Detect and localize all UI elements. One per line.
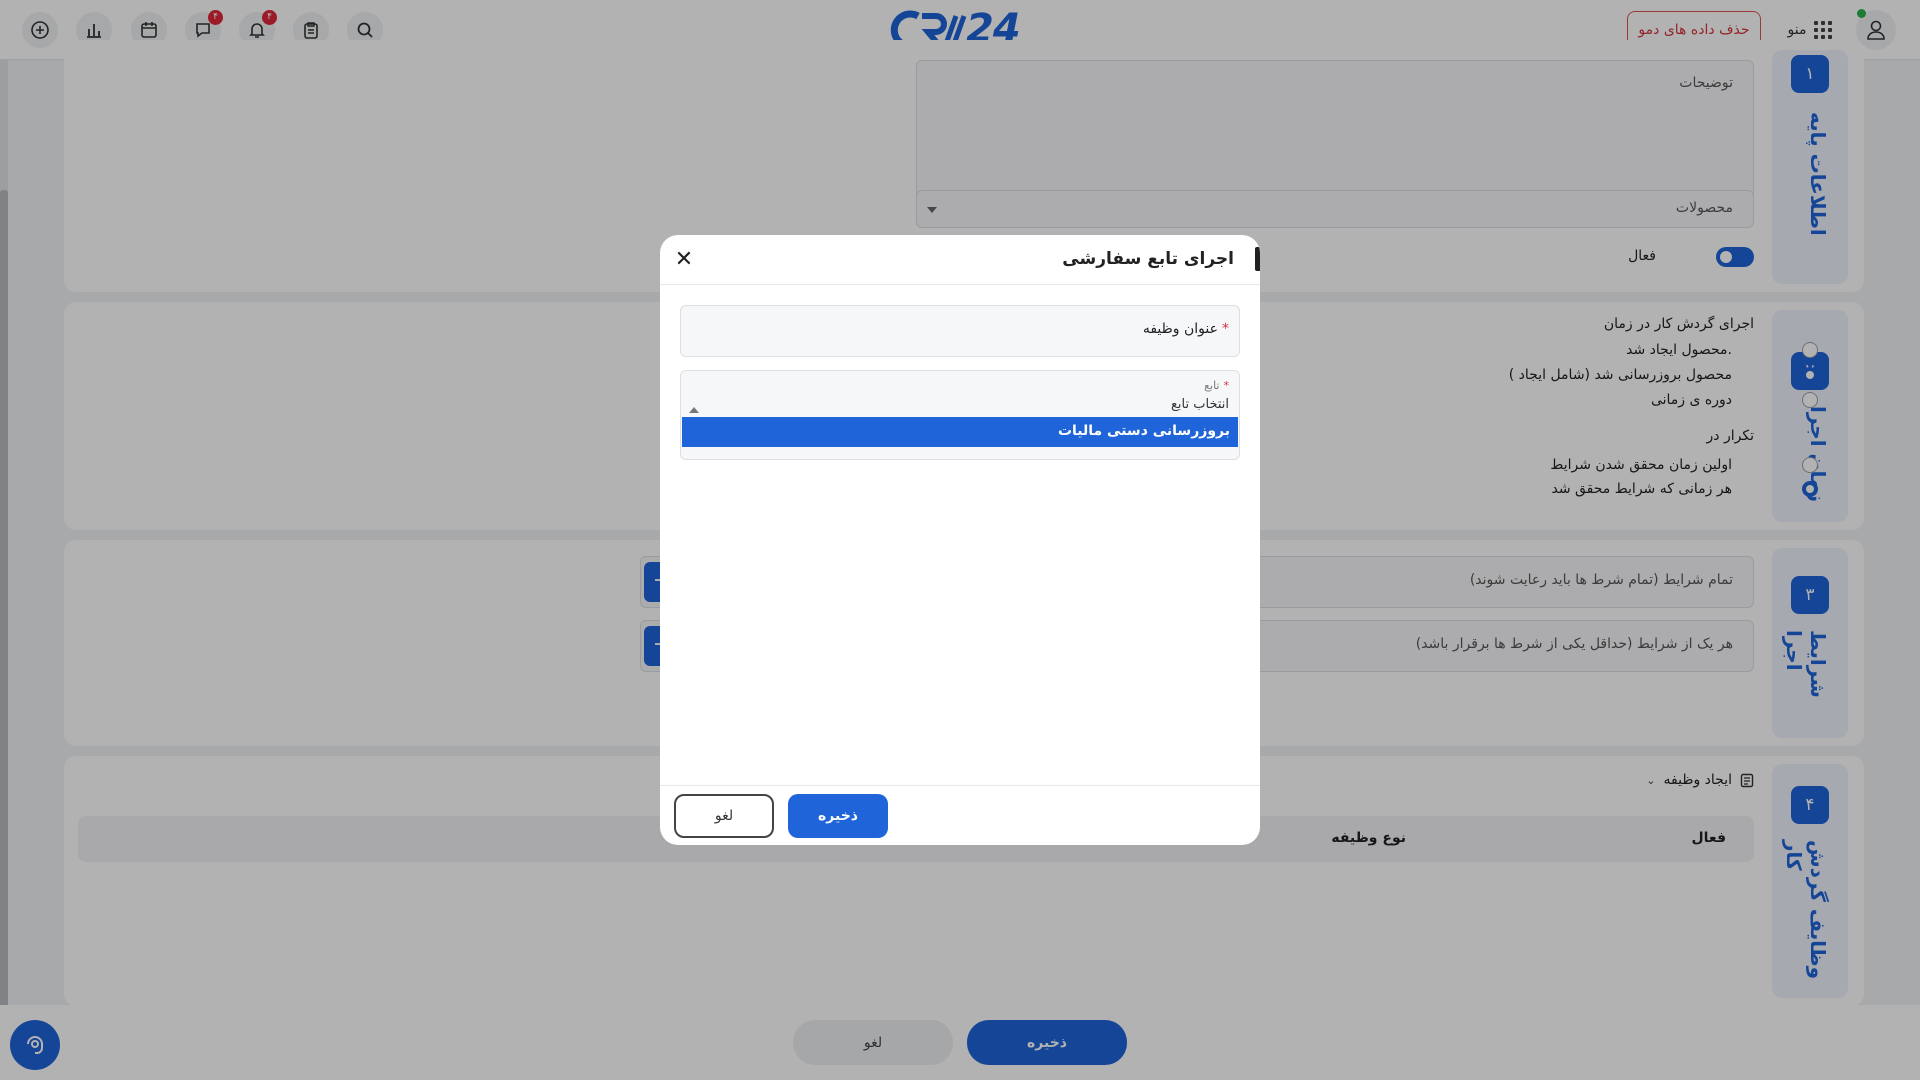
dialog-save-button[interactable]: ذخیره [788, 794, 888, 838]
dialog-footer: ذخیره لغو [660, 785, 1260, 845]
function-placeholder: انتخاب تابع [1171, 397, 1229, 412]
dialog-cancel-button[interactable]: لغو [674, 794, 774, 838]
page: ۴ ۴ 24 حذف داده های دمو منو ۱ اطلاعات پا… [0, 0, 1920, 1080]
dialog-title: اجرای تابع سفارشی [1062, 249, 1234, 269]
function-label: تابع * [1204, 379, 1229, 392]
dialog-header: اجرای تابع سفارشی ✕ [660, 235, 1260, 285]
task-title-input[interactable]: عنوان وظیفه * [680, 305, 1240, 357]
custom-function-dialog: اجرای تابع سفارشی ✕ عنوان وظیفه * تابع * ا… [660, 235, 1260, 845]
function-option[interactable]: بروزرسانی دستی مالیات [682, 417, 1238, 447]
chevron-up-icon [689, 407, 699, 413]
close-icon[interactable]: ✕ [670, 245, 698, 273]
header-accent-bar [1255, 247, 1260, 271]
task-title-label: عنوان وظیفه * [1142, 321, 1229, 337]
